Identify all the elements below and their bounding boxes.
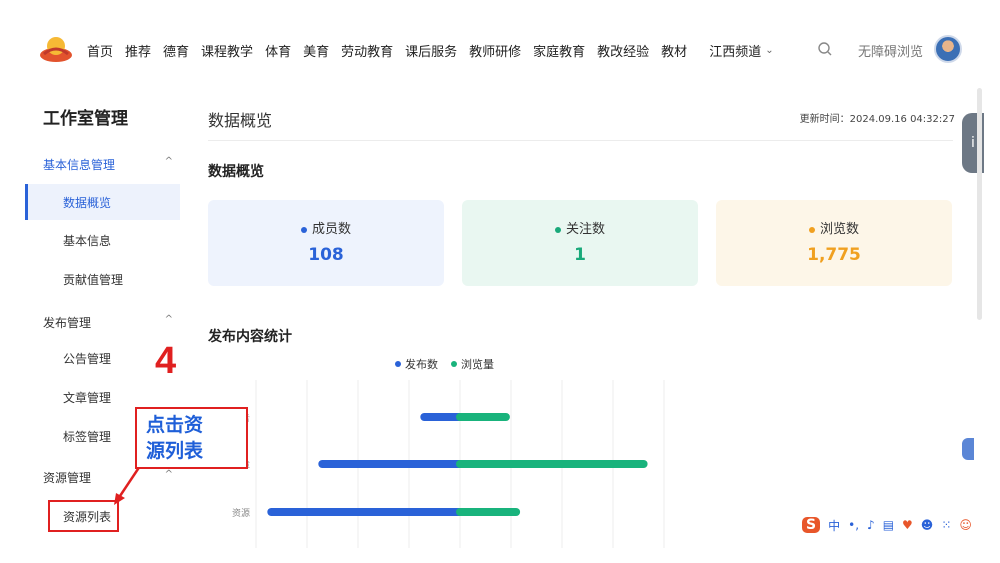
emoji-icon[interactable]: ☺	[959, 518, 972, 532]
sidebar: 工作室管理 基本信息管理 ^ 数据概览 基本信息 贡献值管理 发布管理 ^ 公告…	[25, 88, 180, 548]
search-icon[interactable]	[817, 41, 833, 57]
page-title: 数据概览	[208, 111, 273, 130]
grid-icon[interactable]: ⁙	[941, 518, 951, 532]
stat-label: 成员数	[311, 222, 351, 237]
nav-item-reform[interactable]: 教改经验	[597, 41, 649, 60]
sidebar-item-basic-info[interactable]: 基本信息	[25, 222, 180, 258]
chevron-up-icon: ^	[164, 314, 173, 325]
stat-card-followers: 关注数 1	[462, 200, 698, 286]
callout-box: 点击资 源列表	[135, 407, 248, 469]
accessibility-link[interactable]: 无障碍浏览	[858, 41, 923, 60]
sidebar-item-label: 文章管理	[63, 390, 112, 405]
stat-label: 浏览数	[819, 222, 859, 237]
legend-marker	[451, 361, 457, 367]
stat-card-views: 浏览数 1,775	[716, 200, 952, 286]
divider	[208, 140, 953, 141]
nav-item-textbook[interactable]: 教材	[661, 41, 687, 60]
chevron-up-icon: ^	[164, 469, 173, 480]
target-highlight	[48, 500, 119, 532]
sidebar-title: 工作室管理	[43, 109, 128, 129]
sidebar-group-publish[interactable]: 发布管理 ^	[43, 314, 173, 331]
channel-dropdown[interactable]: 江西频道 ⌄	[709, 41, 773, 60]
stat-label: 关注数	[565, 222, 605, 237]
dot-icon	[300, 226, 307, 233]
stat-card-members: 成员数 108	[208, 200, 444, 286]
sidebar-group-basic-info[interactable]: 基本信息管理 ^	[43, 156, 173, 173]
nav-item-sports[interactable]: 体育	[265, 41, 291, 60]
sidebar-item-label: 标签管理	[63, 429, 112, 444]
legend-marker	[395, 361, 401, 367]
sidebar-group-label: 基本信息管理	[43, 158, 116, 172]
sidebar-item-label: 贡献值管理	[63, 272, 124, 287]
nav-item-home[interactable]: 首页	[87, 41, 113, 60]
nav-item-labor[interactable]: 劳动教育	[341, 41, 393, 60]
ime-logo-icon[interactable]: S	[802, 517, 821, 533]
callout-text: 点击资 源列表	[146, 414, 204, 462]
game-icon[interactable]: ☻	[921, 518, 934, 532]
sidebar-item-label: 基本信息	[63, 233, 112, 248]
sidebar-item-data-overview[interactable]: 数据概览	[25, 184, 180, 220]
nav-item-moral[interactable]: 德育	[163, 41, 189, 60]
stat-value: 108	[308, 245, 344, 265]
nav-item-recommend[interactable]: 推荐	[125, 41, 151, 60]
page: 首页 推荐 德育 课程教学 体育 美育 劳动教育 课后服务 教师研修 家庭教育 …	[0, 0, 1000, 563]
stat-value: 1	[574, 245, 586, 265]
info-icon: i	[971, 135, 975, 151]
keyboard-icon[interactable]: ▤	[883, 518, 894, 532]
dot-icon	[808, 226, 815, 233]
chevron-down-icon: ⌄	[765, 44, 774, 56]
section-title-overview: 数据概览	[208, 164, 264, 180]
ime-language-toggle[interactable]: 中	[828, 517, 840, 534]
step-number: 4	[155, 340, 177, 382]
category-label: 资源	[232, 508, 250, 519]
logo-icon[interactable]	[38, 34, 74, 64]
sidebar-group-label: 资源管理	[43, 471, 92, 485]
nav-item-arts[interactable]: 美育	[303, 41, 329, 60]
sidebar-item-contribution[interactable]: 贡献值管理	[25, 261, 180, 297]
nav-item-curriculum[interactable]: 课程教学	[201, 41, 253, 60]
dot-icon	[554, 226, 561, 233]
avatar[interactable]	[934, 35, 962, 63]
sidebar-group-resources[interactable]: 资源管理 ^	[43, 469, 173, 486]
stat-value: 1,775	[807, 245, 861, 265]
sidebar-item-label: 公告管理	[63, 351, 112, 366]
sidebar-group-label: 发布管理	[43, 316, 92, 330]
chevron-up-icon: ^	[164, 156, 173, 167]
nav-menu: 首页 推荐 德育 课程教学 体育 美育 劳动教育 课后服务 教师研修 家庭教育 …	[87, 40, 774, 60]
nav-item-teacher-training[interactable]: 教师研修	[469, 41, 521, 60]
section-title-publish-stats: 发布内容统计	[208, 329, 292, 345]
punctuation-icon[interactable]: •,	[848, 518, 859, 532]
side-handle[interactable]	[962, 438, 974, 460]
ime-toolbar[interactable]: S 中 •, ♪ ▤ ♥ ☻ ⁙ ☺	[802, 512, 980, 538]
top-navigation: 首页 推荐 德育 课程教学 体育 美育 劳动教育 课后服务 教师研修 家庭教育 …	[0, 0, 1000, 88]
skin-icon[interactable]: ♥	[902, 518, 913, 532]
update-time: 更新时间：2024.09.16 04:32:27	[799, 114, 955, 125]
channel-dropdown-label: 江西频道	[709, 44, 762, 60]
legend-label: 发布数	[405, 357, 438, 371]
sidebar-item-label: 数据概览	[63, 195, 112, 210]
legend-label: 浏览量	[461, 357, 494, 371]
nav-item-family[interactable]: 家庭教育	[533, 41, 585, 60]
scrollbar[interactable]	[977, 88, 982, 320]
main-panel: 数据概览 更新时间：2024.09.16 04:32:27 数据概览 成员数 1…	[193, 88, 963, 548]
nav-item-after-school[interactable]: 课后服务	[405, 41, 457, 60]
microphone-icon[interactable]: ♪	[867, 518, 875, 532]
